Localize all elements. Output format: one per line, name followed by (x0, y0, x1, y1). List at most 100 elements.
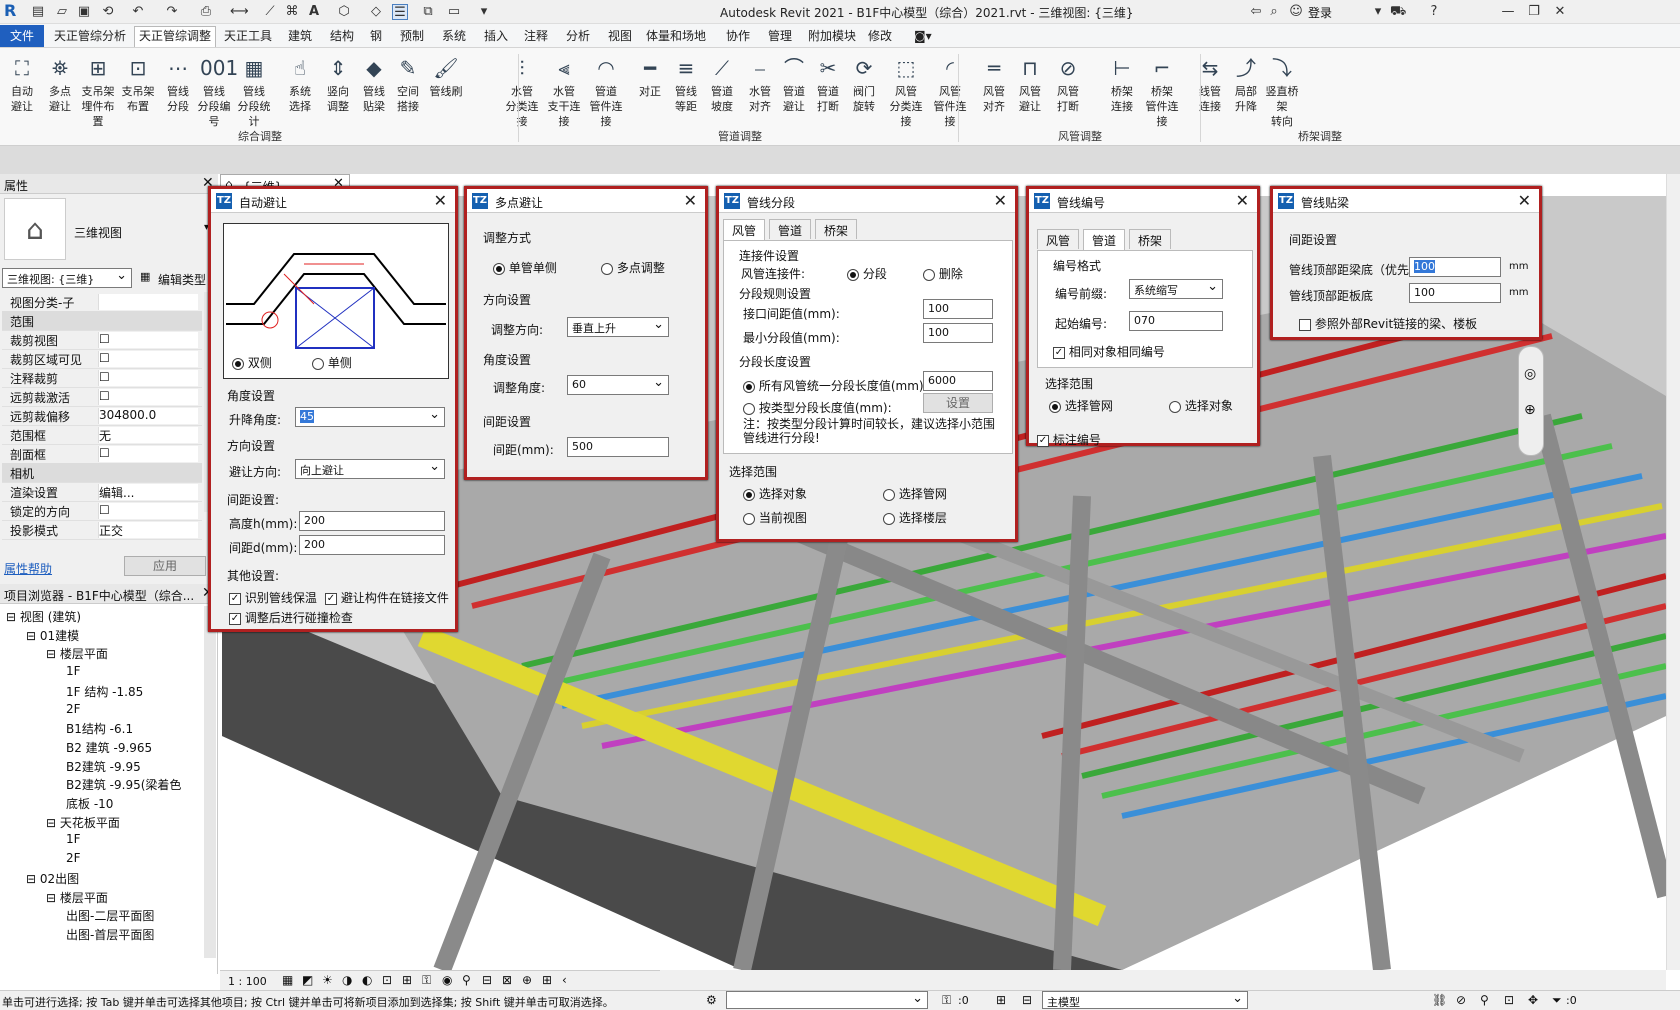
tree-node[interactable]: ⊟ 楼层平面 (46, 645, 108, 662)
tab-duct[interactable]: 风管 (1037, 229, 1080, 249)
sun-path-icon[interactable]: ☀ (322, 973, 333, 987)
tree-node[interactable]: ⊟ 视图 (建筑) (6, 608, 81, 625)
tab-tray[interactable]: 桥架 (1129, 229, 1172, 249)
panel-toggle-icon[interactable]: ◙▾ (910, 27, 936, 45)
ribbon-tool-2[interactable]: ⊞ 支吊架 埋件布置 (80, 54, 116, 129)
distance-input[interactable]: 200 (299, 535, 445, 555)
property-value[interactable]: 无 (98, 427, 198, 443)
select-links-icon[interactable]: ⛓ (1432, 993, 1447, 1007)
direction-select[interactable]: 垂直上升 (567, 317, 669, 337)
workset-select[interactable] (726, 991, 928, 1009)
property-value[interactable] (98, 294, 198, 310)
main-model-icon[interactable]: ⊟ (1022, 993, 1032, 1007)
range-select-object[interactable]: 选择对象 (1169, 397, 1233, 414)
design-options-icon[interactable]: ⊞ (996, 993, 1006, 1007)
analytical-icon[interactable]: ⊠ (502, 973, 512, 987)
property-value[interactable]: ☐ (98, 370, 198, 386)
opt-clash-checkbox[interactable]: ✓ 调整后进行碰撞检查 (229, 609, 353, 626)
close-hidden-icon[interactable]: ⧉ (420, 4, 436, 20)
tab-steel[interactable]: 钢 (366, 27, 386, 45)
crop-icon[interactable]: ⊡ (382, 973, 392, 987)
tree-node[interactable]: B2 建筑 -9.965 (66, 739, 152, 756)
show-crop-icon[interactable]: ⊞ (402, 973, 412, 987)
section-icon[interactable]: ◇ (368, 4, 384, 20)
collapse-icon[interactable]: ⊟ (6, 610, 20, 624)
render-icon[interactable]: ◐ (362, 973, 372, 987)
tab-tray[interactable]: 桥架 (815, 219, 858, 239)
type-length-option[interactable]: 按类型分段长度值(mm): (743, 399, 892, 416)
tab-tz-analysis[interactable]: 天正管综分析 (50, 27, 130, 45)
restore-icon[interactable]: ❐ (1526, 4, 1542, 20)
collapse-icon[interactable]: ⊟ (26, 629, 40, 643)
property-value[interactable]: 304800.0 (98, 408, 198, 424)
edit-type-button[interactable]: 编辑类型 (158, 271, 206, 288)
minimize-icon[interactable]: — (1500, 4, 1516, 20)
ribbon-tool-21[interactable]: ⟳ 阀门 旋转 (846, 54, 882, 114)
ribbon-tool-5[interactable]: 001 管线 分段编号 (196, 54, 239, 129)
range-select-object[interactable]: 选择对象 (743, 485, 807, 502)
cart-icon[interactable]: ⛟ (1390, 4, 1406, 20)
tab-precast[interactable]: 预制 (396, 27, 428, 45)
worksharing-icon[interactable]: ⊟ (482, 973, 492, 987)
browser-scrollbar[interactable] (204, 606, 216, 958)
login-link[interactable]: 登录 (1308, 4, 1332, 21)
tree-node[interactable]: 2F (66, 702, 81, 716)
tab-pipe[interactable]: 管道 (769, 219, 812, 239)
single-side-option[interactable]: 单侧 (312, 354, 352, 371)
multi-mode-option[interactable]: 多点调整 (601, 259, 665, 276)
direction-select[interactable]: 向上避让 (295, 459, 445, 479)
view-instance-selector[interactable]: 三维视图: {三维} (2, 268, 132, 288)
both-sides-option[interactable]: 双侧 (232, 354, 272, 371)
tree-node[interactable]: ⊟ 01建模 (26, 627, 79, 644)
dimension-icon[interactable]: ⟋ (262, 4, 278, 20)
scroll-left-icon[interactable]: ‹ (562, 973, 567, 987)
ribbon-tool-4[interactable]: ⋯ 管线 分段 (160, 54, 196, 114)
uniform-length-option[interactable]: 所有风管统一分段长度值(mm): (743, 377, 928, 394)
tab-analyze[interactable]: 分析 (562, 27, 594, 45)
tab-addins[interactable]: 附加模块 (804, 27, 860, 45)
tab-tz-adjust[interactable]: 天正管综调整 (134, 26, 217, 47)
open-icon[interactable]: ▤ (30, 4, 46, 20)
customize-qa-icon[interactable]: ▾ (476, 4, 492, 20)
tree-node[interactable]: ⊟ 楼层平面 (46, 889, 108, 906)
tab-modify[interactable]: 修改 (864, 27, 896, 45)
undo-icon[interactable]: ↶ (130, 4, 146, 20)
connector-delete-option[interactable]: 删除 (923, 265, 963, 282)
ribbon-tool-13[interactable]: ⫷ 水管 支干连接 (546, 54, 582, 129)
revit-logo-icon[interactable]: R (4, 2, 22, 20)
range-select-floor[interactable]: 选择楼层 (883, 509, 947, 526)
navigation-bar[interactable] (1518, 346, 1544, 456)
interface-input[interactable]: 100 (923, 299, 993, 319)
close-icon[interactable]: ✕ (1552, 4, 1568, 20)
tab-view[interactable]: 视图 (604, 27, 636, 45)
ribbon-tool-3[interactable]: ⊡ 支吊架 布置 (120, 54, 156, 114)
edit-type-icon[interactable]: ▦ (140, 270, 150, 283)
property-value[interactable]: ☐ (98, 389, 198, 405)
tab-insert[interactable]: 插入 (480, 27, 512, 45)
select-underlay-icon[interactable]: ⊘ (1456, 993, 1466, 1007)
tree-node[interactable]: 1F 结构 -1.85 (66, 683, 143, 700)
same-number-checkbox[interactable]: ✓ 相同对象相同编号 (1053, 343, 1165, 360)
ribbon-tool-10[interactable]: ✎ 空间 搭接 (390, 54, 426, 114)
property-value[interactable]: ☐ (98, 446, 198, 462)
highlight-icon[interactable]: ⊕ (522, 973, 532, 987)
tree-node[interactable]: ⊟ 02出图 (26, 870, 79, 887)
tree-node[interactable]: 2F (66, 851, 81, 865)
thin-lines-icon[interactable]: ☰ (392, 4, 408, 20)
property-value[interactable]: ☐ (98, 351, 198, 367)
mark-number-checkbox[interactable]: ✓ 标注编号 (1037, 431, 1101, 448)
tab-collaborate[interactable]: 协作 (722, 27, 754, 45)
tree-node[interactable]: B1结构 -6.1 (66, 720, 133, 737)
close-icon[interactable]: ✕ (434, 191, 447, 210)
close-icon[interactable]: ✕ (1236, 191, 1249, 210)
opt-link-checkbox[interactable]: ✓ 避让构件在链接文件 (325, 589, 449, 606)
viewport-horizontal-scrollbar[interactable] (660, 970, 1666, 990)
ribbon-tool-15[interactable]: ━ 对正 (632, 54, 668, 99)
start-number-input[interactable]: 070 (1129, 311, 1223, 331)
open-folder-icon[interactable]: ▱ (54, 4, 70, 20)
collapse-icon[interactable]: ⊟ (26, 872, 40, 886)
drag-icon[interactable]: ✥ (1528, 993, 1538, 1007)
constraints-icon[interactable]: ⊞ (542, 973, 552, 987)
close-icon[interactable]: ✕ (1518, 191, 1531, 210)
ribbon-tool-18[interactable]: ⎯ 水管 对齐 (742, 54, 778, 114)
